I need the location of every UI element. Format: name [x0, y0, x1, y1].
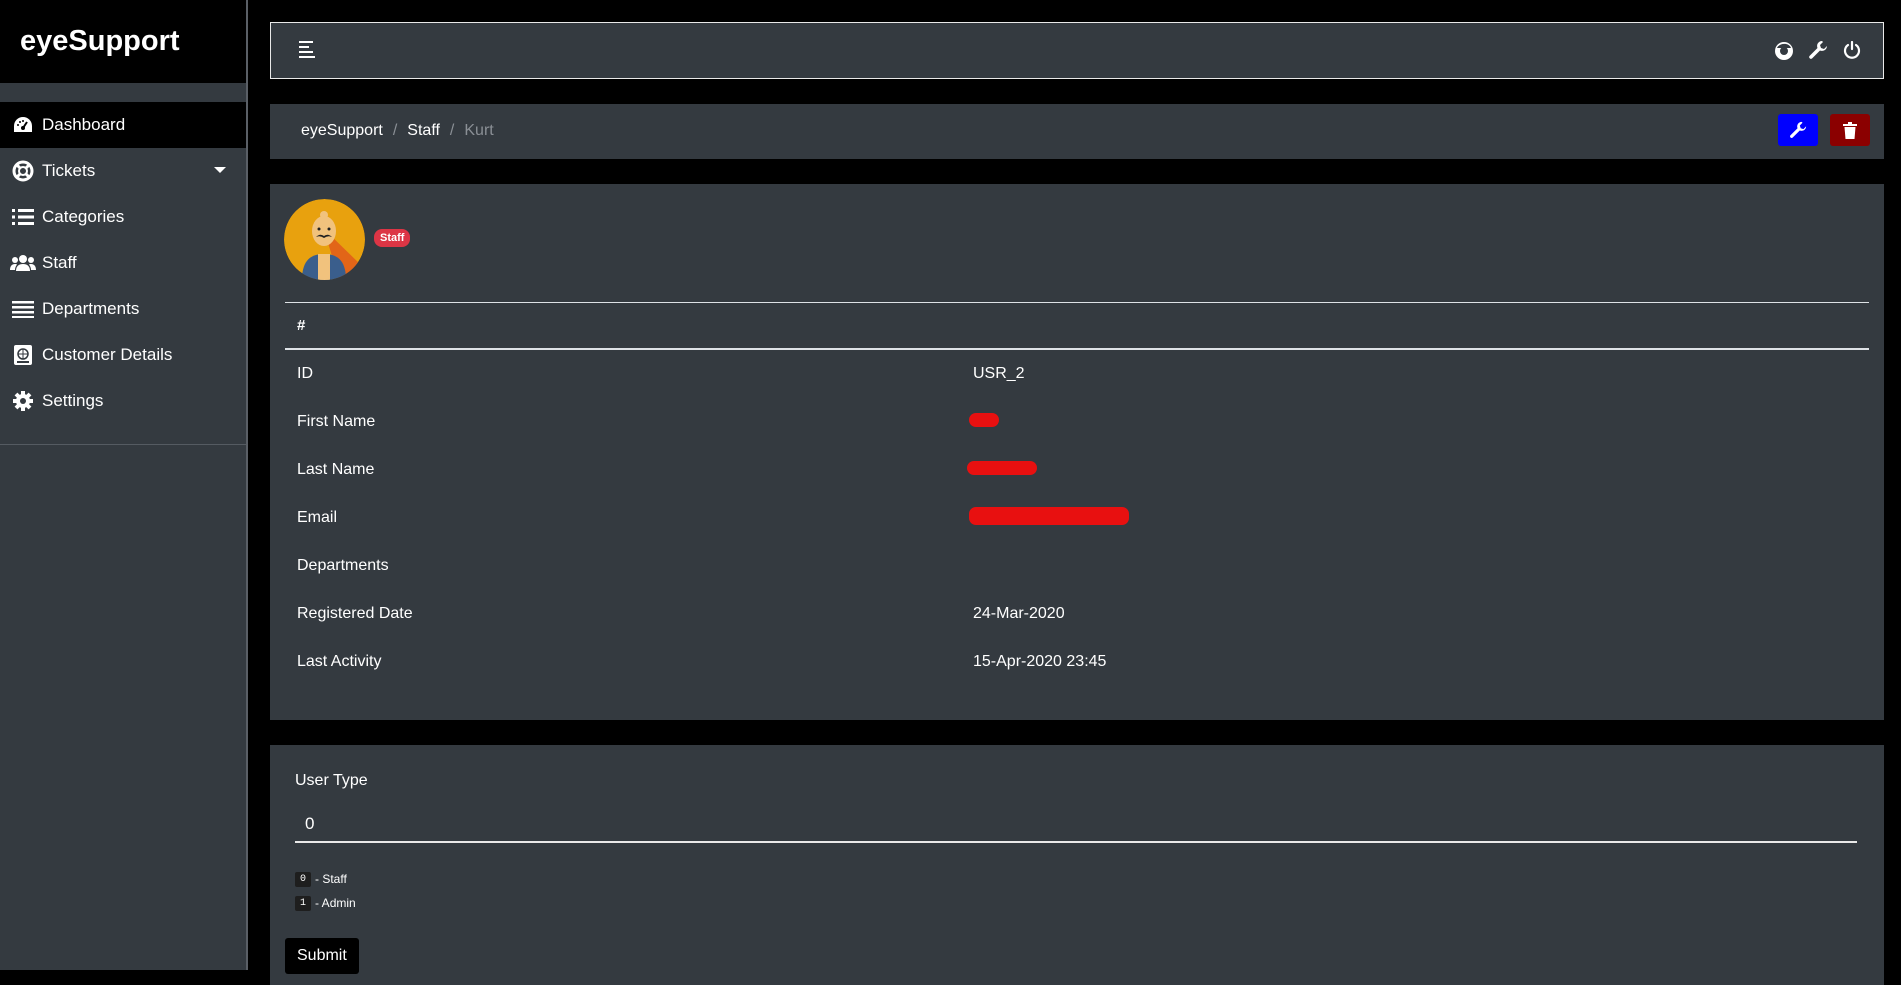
row-label: ID	[297, 365, 313, 382]
row-label: Registered Date	[297, 605, 413, 622]
sidebar-item-tickets[interactable]: Tickets	[0, 148, 246, 194]
sidebar-item-categories[interactable]: Categories	[0, 194, 246, 240]
row-label: Departments	[297, 557, 389, 574]
user-type-input[interactable]	[295, 807, 1857, 843]
row-label: Email	[297, 509, 338, 526]
breadcrumb-root[interactable]: eyeSupport	[301, 122, 383, 140]
top-icons	[1773, 39, 1863, 61]
sidebar-item-settings[interactable]: Settings	[0, 378, 246, 424]
legend-text: - Admin	[315, 896, 356, 910]
table-row-first-name: First Name	[285, 398, 1869, 446]
legend-item-admin: 1 - Admin	[295, 891, 356, 915]
top-navbar	[270, 22, 1884, 79]
profile-card: Staff # ID USR_2 First Name Last Name Em…	[270, 184, 1884, 720]
row-label: Last Activity	[297, 653, 382, 670]
legend-code: 0	[295, 871, 312, 887]
row-value: USR_2	[973, 365, 1025, 382]
row-value: 24-Mar-2020	[973, 605, 1065, 622]
user-type-label: User Type	[295, 772, 368, 789]
table-row-registered-date: Registered Date 24-Mar-2020	[285, 590, 1869, 638]
sidebar-item-label: Staff	[42, 253, 77, 272]
breadcrumb: eyeSupport / Staff / Kurt	[301, 122, 494, 140]
sidebar: eyeSupport Dashboard Tickets Categories	[0, 0, 248, 970]
sidebar-item-label: Customer Details	[42, 345, 173, 364]
life-ring-icon	[10, 160, 36, 182]
profile-table: # ID USR_2 First Name Last Name Email De…	[285, 302, 1869, 686]
table-row-email: Email	[285, 494, 1869, 542]
table-row-last-activity: Last Activity 15-Apr-2020 23:45	[285, 638, 1869, 686]
hamburger-icon[interactable]	[299, 41, 317, 59]
row-label: First Name	[297, 413, 376, 430]
row-value	[967, 460, 1869, 480]
sidebar-nav: Dashboard Tickets Categories Staff Depar…	[0, 102, 246, 445]
row-value	[969, 506, 1869, 530]
sidebar-item-label: Tickets	[42, 161, 96, 180]
edit-button[interactable]	[1778, 114, 1818, 146]
redaction-mark	[969, 506, 1129, 525]
sidebar-item-label: Dashboard	[42, 115, 126, 134]
user-type-legend: 0 - Staff 1 - Admin	[295, 867, 356, 915]
action-buttons	[1778, 114, 1870, 146]
breadcrumb-section[interactable]: Staff	[407, 122, 440, 140]
table-row-last-name: Last Name	[285, 446, 1869, 494]
legend-text: - Staff	[315, 872, 347, 886]
sidebar-item-departments[interactable]: Departments	[0, 286, 246, 332]
gear-icon	[10, 390, 36, 412]
breadcrumb-separator: /	[449, 122, 455, 139]
sidebar-item-staff[interactable]: Staff	[0, 240, 246, 286]
submit-button[interactable]: Submit	[285, 938, 359, 974]
tachometer-icon	[10, 114, 36, 136]
redaction-mark	[969, 412, 999, 427]
legend-code: 1	[295, 895, 312, 911]
breadcrumb-bar: eyeSupport / Staff / Kurt	[270, 104, 1884, 159]
sidebar-item-label: Settings	[42, 391, 104, 410]
breadcrumb-separator: /	[392, 122, 398, 139]
chevron-down-icon[interactable]	[214, 167, 226, 173]
trash-icon	[1843, 121, 1857, 139]
breadcrumb-current: Kurt	[464, 122, 494, 139]
role-badge: Staff	[374, 229, 411, 247]
table-row-departments: Departments	[285, 542, 1869, 590]
list-icon	[10, 206, 36, 228]
address-book-icon	[10, 344, 36, 366]
power-icon[interactable]	[1841, 39, 1863, 61]
table-row-id: ID USR_2	[285, 350, 1869, 398]
legend-item-staff: 0 - Staff	[295, 867, 356, 891]
row-label: Last Name	[297, 461, 375, 478]
user-type-form: User Type 0 - Staff 1 - Admin Submit	[270, 745, 1884, 985]
avatar	[284, 199, 365, 280]
wrench-icon	[1790, 121, 1807, 138]
delete-button[interactable]	[1830, 114, 1870, 146]
sidebar-item-customer-details[interactable]: Customer Details	[0, 332, 246, 378]
row-value: 15-Apr-2020 23:45	[973, 653, 1107, 670]
bars-icon	[10, 298, 36, 320]
wrench-icon[interactable]	[1807, 39, 1829, 61]
sidebar-item-label: Categories	[42, 207, 125, 226]
user-avatar-icon[interactable]	[1773, 39, 1795, 61]
redaction-mark	[967, 460, 1037, 475]
sidebar-item-label: Departments	[42, 299, 140, 318]
sidebar-item-dashboard[interactable]: Dashboard	[0, 102, 246, 148]
table-header: #	[285, 302, 1869, 350]
row-value	[969, 412, 1869, 432]
brand-logo[interactable]: eyeSupport	[0, 0, 246, 83]
users-icon	[10, 252, 36, 274]
